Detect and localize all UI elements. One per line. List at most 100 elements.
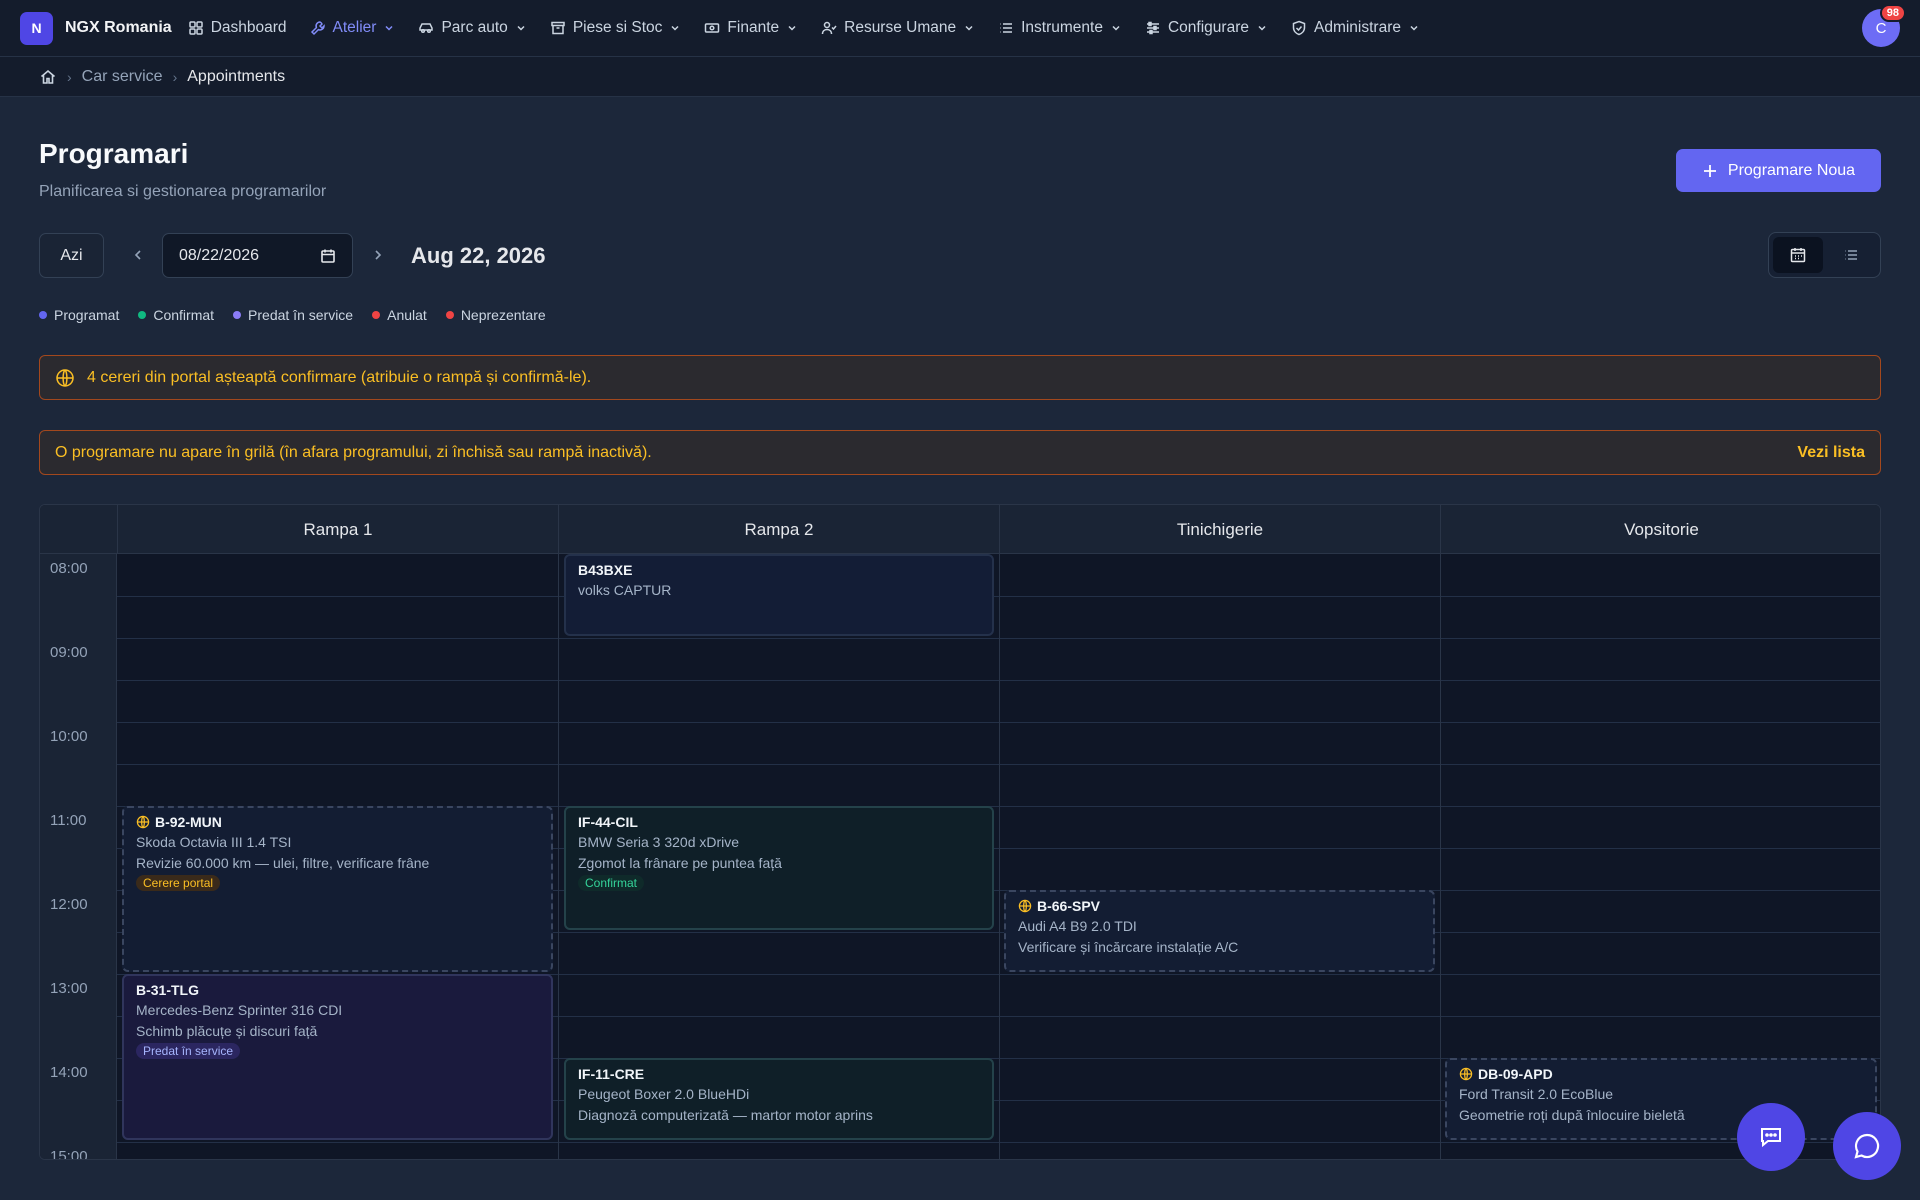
appointment-plate: DB-09-APD: [1478, 1066, 1553, 1082]
appointment-car: Audi A4 B9 2.0 TDI: [1018, 918, 1137, 934]
nav-label: Administrare: [1313, 19, 1401, 36]
breadcrumb-car-service[interactable]: Car service: [82, 68, 163, 86]
appointment-car: Peugeot Boxer 2.0 BlueHDi: [578, 1086, 750, 1102]
appointment-car: Mercedes-Benz Sprinter 316 CDI: [136, 1002, 343, 1018]
appointment-plate: B43BXE: [578, 562, 633, 578]
view-toggle: [1768, 232, 1881, 278]
nav-atelier[interactable]: Atelier: [310, 19, 396, 37]
nav-piese-stoc[interactable]: Piese si Stoc: [550, 19, 682, 37]
home-icon[interactable]: [39, 68, 57, 86]
today-button[interactable]: Azi: [39, 233, 104, 278]
appointment-card[interactable]: B-31-TLG Mercedes-Benz Sprinter 316 CDI …: [122, 974, 553, 1140]
globe-icon: [136, 815, 150, 829]
chevron-down-icon: [1112, 25, 1120, 31]
legend-item: Programat: [39, 307, 119, 323]
appointment-card[interactable]: IF-44-CIL BMW Seria 3 320d xDrive Zgomot…: [564, 806, 994, 930]
portal-requests-alert: 4 cereri din portal așteaptă confirmare …: [39, 355, 1881, 400]
status-dot: [445, 311, 454, 319]
date-picker-input[interactable]: 08/22/2026: [162, 233, 353, 278]
support-chat-button[interactable]: [1833, 1112, 1901, 1180]
sliders-icon: [1146, 21, 1159, 35]
nav-finante[interactable]: Finante: [704, 19, 798, 37]
plus-icon: [1703, 164, 1716, 177]
nav-instrumente[interactable]: Instrumente: [998, 19, 1122, 37]
nav-parc-auto[interactable]: Parc auto: [418, 19, 526, 37]
list-icon: [1000, 23, 1013, 33]
appointment-car: Skoda Octavia III 1.4 TSI: [136, 834, 292, 850]
status-dot: [233, 311, 242, 319]
chat-messages-button[interactable]: [1737, 1103, 1805, 1171]
nav-dashboard[interactable]: Dashboard: [188, 19, 287, 37]
chat-bubble-icon: [1854, 1133, 1880, 1159]
chevron-down-icon: [517, 25, 525, 31]
appointment-description: Diagnoză computerizată — martor motor ap…: [578, 1107, 873, 1123]
time-label: 11:00: [50, 812, 87, 829]
breadcrumb-separator: ›: [67, 68, 72, 85]
appointment-car: BMW Seria 3 320d xDrive: [578, 834, 740, 850]
status-dot: [372, 311, 381, 319]
prev-day-button[interactable]: [126, 243, 150, 267]
nav-administrare[interactable]: Administrare: [1291, 19, 1420, 37]
hidden-appointment-alert: O programare nu apare în grilă (în afara…: [39, 430, 1881, 475]
column-divider: [999, 554, 1000, 1159]
appointment-description: Zgomot la frânare pe puntea față: [578, 855, 782, 871]
next-day-button[interactable]: [366, 243, 390, 267]
globe-icon: [1018, 899, 1032, 913]
notification-badge: 98: [1879, 4, 1906, 22]
appointment-plate-row: B-66-SPV: [1018, 898, 1421, 914]
legend-label: Neprezentare: [460, 307, 546, 323]
portal-alert-text: 4 cereri din portal așteaptă confirmare …: [87, 368, 592, 386]
hidden-alert-text: O programare nu apare în grilă (în afara…: [55, 443, 652, 461]
appointments-grid: Rampa 1 Rampa 2 Tinichigerie Vopsitorie …: [39, 504, 1881, 1160]
current-date-label: Aug 22, 2026: [411, 243, 546, 268]
legend-label: Programat: [54, 307, 120, 323]
chevron-down-icon: [965, 25, 973, 31]
globe-icon: [56, 368, 74, 387]
brand-name[interactable]: NGX Romania: [65, 19, 172, 37]
nav-label: Resurse Umane: [844, 19, 957, 36]
appointment-car: Ford Transit 2.0 EcoBlue: [1459, 1086, 1614, 1102]
appointment-description: Geometrie roți după înlocuire bieletă: [1459, 1107, 1685, 1123]
status-badge: Confirmat: [578, 875, 645, 891]
chevron-right-icon: [375, 250, 382, 260]
appointment-plate-row: B-92-MUN: [136, 814, 539, 830]
wrench-icon: [310, 21, 325, 36]
calendar-view-button[interactable]: [1773, 237, 1823, 273]
chevron-left-icon: [134, 250, 141, 260]
date-value: 08/22/2026: [179, 246, 260, 264]
breadcrumb: › Car service › Appointments: [0, 57, 1920, 97]
new-appointment-button[interactable]: Programare Noua: [1676, 149, 1881, 192]
column-divider: [1440, 554, 1441, 1159]
shield-icon: [1292, 20, 1306, 36]
chevron-down-icon: [671, 25, 679, 31]
list-icon: [1845, 250, 1858, 260]
nav-label: Finante: [727, 19, 780, 36]
calendar-icon[interactable]: [320, 248, 336, 264]
column-header-rampa-2: Rampa 2: [558, 505, 999, 554]
page-title: Programari: [39, 138, 189, 169]
status-legend: Programat Confirmat Predat în service An…: [39, 307, 546, 323]
brand-logo[interactable]: N: [20, 11, 53, 45]
banknote-icon: [705, 23, 720, 33]
appointment-plate: IF-44-CIL: [578, 814, 638, 830]
legend-item: Anulat: [372, 307, 427, 323]
time-label: 15:00: [50, 1148, 88, 1160]
view-list-link[interactable]: Vezi lista: [1797, 444, 1865, 462]
nav-label: Parc auto: [441, 19, 508, 36]
appointment-card[interactable]: IF-11-CRE Peugeot Boxer 2.0 BlueHDi Diag…: [564, 1058, 994, 1140]
grid-icon: [188, 21, 203, 35]
appointment-card[interactable]: DB-09-APD Ford Transit 2.0 EcoBlue Geome…: [1445, 1058, 1877, 1140]
legend-item: Predat în service: [233, 307, 353, 323]
appointment-card[interactable]: B-92-MUN Skoda Octavia III 1.4 TSI Reviz…: [122, 806, 553, 972]
nav-configurare[interactable]: Configurare: [1145, 19, 1268, 37]
appointment-card[interactable]: B-66-SPV Audi A4 B9 2.0 TDI Verificare ș…: [1004, 890, 1435, 972]
list-view-button[interactable]: [1827, 237, 1877, 273]
top-navbar: N NGX Romania Dashboard Atelier Parc aut…: [0, 0, 1920, 57]
time-label: 12:00: [50, 896, 88, 913]
chevron-down-icon: [385, 25, 393, 31]
nav-resurse-umane[interactable]: Resurse Umane: [821, 19, 975, 37]
chevron-down-icon: [788, 25, 796, 31]
appointment-description: Revizie 60.000 km — ulei, filtre, verifi…: [136, 855, 430, 871]
appointment-plate: B-31-TLG: [136, 982, 199, 998]
appointment-card[interactable]: B43BXE volks CAPTUR: [564, 554, 994, 636]
